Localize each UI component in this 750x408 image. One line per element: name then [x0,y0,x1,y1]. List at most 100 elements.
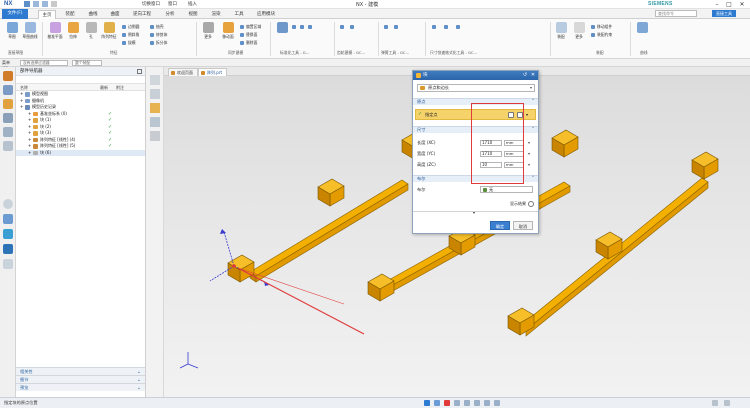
tab-home[interactable]: 主页 [38,10,56,19]
view-orient-icon[interactable] [150,89,160,99]
sketch-button[interactable]: 草图 [4,22,20,42]
gear-tool-1[interactable] [340,24,346,30]
expand-icon[interactable]: + [28,150,31,157]
dim-tool-1[interactable] [432,24,438,30]
tab-reverse-engineering[interactable]: 逆向工程 [130,10,154,19]
window-menu[interactable]: 窗口 [168,1,177,7]
tab-assembly[interactable]: 装配 [62,10,78,19]
selection-scope-select[interactable]: 整个装配 [72,60,102,66]
offset-region-button[interactable]: 偏置区域 [240,24,261,30]
standard-tools-button[interactable] [274,22,290,42]
minimize-button[interactable]: – [712,0,722,9]
snap-icon[interactable] [494,400,500,406]
tab-file[interactable]: 文件(F) [2,9,28,19]
reuse-library-icon[interactable] [3,113,13,123]
snap-icon[interactable] [454,400,460,406]
reset-icon[interactable]: ↺ [521,71,529,80]
draft-button[interactable]: 拔模 [122,40,136,46]
more-button[interactable]: 更多 [200,22,216,42]
block-bar-3[interactable] [507,151,719,337]
spring-tool-1[interactable] [384,24,390,30]
command-search-input[interactable]: 查找命令 [655,10,697,17]
status-icon[interactable] [724,400,730,406]
close-button[interactable]: ✕ [737,0,747,9]
hd3d-tools-icon[interactable] [3,127,13,137]
split-body-button[interactable]: 拆分体 [150,40,167,46]
dependencies-panel[interactable]: 相关性 ⌄ [16,367,145,375]
tab-render[interactable]: 渲染 [208,10,224,19]
assembly-constraint-button[interactable]: 装配约束 [591,32,612,38]
boolean-select[interactable]: 无 [480,186,533,193]
switch-window-button[interactable]: 切换窗口 [142,1,160,7]
pattern-feature-button[interactable]: 阵列特征 [101,22,117,42]
dim-tool-3[interactable] [456,24,462,30]
height-menu-icon[interactable]: ▾ [528,161,530,169]
dim-tool-2[interactable] [444,24,450,30]
move-component-button[interactable]: 移动组件 [591,24,612,30]
tree-row[interactable]: + 块 (6) [16,149,145,157]
column-notes[interactable]: 附注 [116,84,124,91]
tab-applications[interactable]: 应用模块 [254,10,278,19]
edge-blend-button[interactable]: 边倒圆 [122,24,139,30]
details-panel[interactable]: 细节 ⌄ [16,375,145,383]
curve-button[interactable] [634,22,650,42]
tab-curve[interactable]: 曲线 [85,10,101,19]
snap-icon[interactable] [444,400,450,406]
tab-tools[interactable]: 工具 [231,10,247,19]
system-materials-icon[interactable] [3,214,13,224]
spring-tool-2[interactable] [394,24,400,30]
snap-icon[interactable] [434,400,440,406]
shell-button[interactable]: 抽壳 [150,24,164,30]
extrude-button[interactable]: 拉伸 [65,22,81,42]
preview-panel[interactable]: 预览 ⌄ [16,383,145,391]
length-menu-icon[interactable]: ▾ [528,139,530,147]
constraint-navigator-icon[interactable] [3,85,13,95]
history-icon[interactable] [3,199,13,209]
block-type-select[interactable]: 原点和边长 ▾ [417,84,535,92]
tool-item-1[interactable] [292,24,298,30]
dialog-title-bar[interactable]: 块 ↺ ✕ [413,71,538,80]
assembly-more-button[interactable]: 更多 [571,22,587,42]
part-navigator-icon[interactable] [3,99,13,109]
width-menu-icon[interactable]: ▾ [528,150,530,158]
cancel-button[interactable]: 取消 [513,221,533,230]
tool-item-3[interactable] [308,24,314,30]
move-face-button[interactable]: 移动面 [220,22,236,42]
assembly-navigator-icon[interactable] [3,71,13,81]
sketch-curve-button[interactable]: 草图曲线 [22,22,38,42]
pin-icon[interactable] [137,69,142,74]
trim-body-button[interactable]: 修剪体 [150,32,167,38]
assembly-button[interactable]: 装配 [553,22,569,42]
snap-icon[interactable] [424,400,430,406]
layer-icon[interactable] [150,117,160,127]
column-name[interactable]: 名称 [20,84,28,91]
hole-button[interactable]: 孔 [83,22,99,42]
process-studio-icon[interactable] [3,229,13,239]
snap-icon[interactable] [484,400,490,406]
snap-icon[interactable] [474,400,480,406]
undo-icon[interactable] [33,1,39,7]
selection-filter-select[interactable]: 没有选择过滤器 [20,60,68,66]
chamfer-button[interactable]: 倒斜角 [122,32,139,38]
copy-icon[interactable] [51,1,57,7]
save-icon[interactable] [24,1,30,7]
kinematics-icon[interactable] [3,244,13,254]
column-latest[interactable]: 最新 [100,84,108,91]
datum-plane-button[interactable]: 基准平面 [47,22,63,42]
gear-tool-2[interactable] [350,24,356,30]
ok-button[interactable]: 确定 [490,221,510,230]
web-browser-icon[interactable] [3,141,13,151]
block-bar-1[interactable] [227,131,429,283]
tab-welcome-page[interactable]: 欢迎页面 [168,68,198,76]
roles-icon[interactable] [3,259,13,269]
close-icon[interactable]: ✕ [529,71,537,80]
status-icon[interactable] [712,400,718,406]
maximize-button[interactable]: □ [724,0,734,9]
ribbon-right-button[interactable]: 直接工具 [712,10,736,17]
measure-icon[interactable] [150,131,160,141]
tool-item-2[interactable] [300,24,306,30]
menu-button[interactable]: 菜单(M) ▾ [2,60,16,71]
insert-menu[interactable]: 插入 [188,1,197,7]
tab-view[interactable]: 视图 [185,10,201,19]
tab-surface[interactable]: 曲面 [107,10,123,19]
